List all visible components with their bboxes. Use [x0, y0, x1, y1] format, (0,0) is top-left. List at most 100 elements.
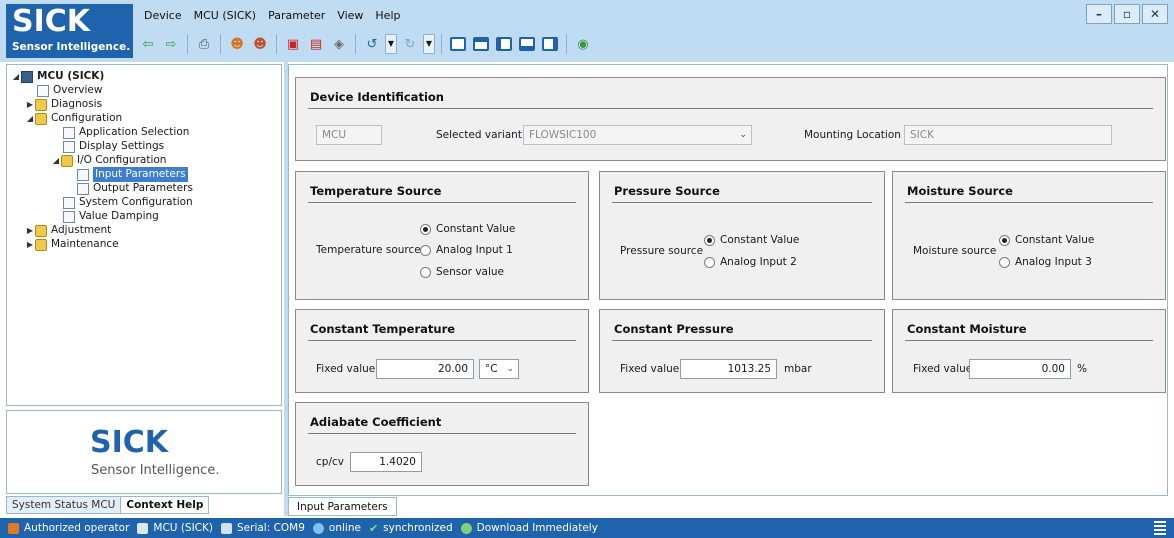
tab-system-status[interactable]: System Status MCU [6, 496, 122, 514]
tree-item-maintenance[interactable]: ▶ Maintenance [25, 237, 119, 252]
menu-device[interactable]: Device [138, 7, 188, 25]
tree-item-io-configuration[interactable]: ◢ I/O Configuration [51, 153, 166, 168]
folder-icon [35, 98, 47, 111]
radio-dot [704, 256, 715, 268]
temperature-source-group: Temperature Source Temperature source Co… [295, 171, 589, 300]
layout-split-h-icon[interactable] [471, 34, 491, 54]
tab-input-parameters[interactable]: Input Parameters [288, 497, 397, 516]
layout-grid-icon[interactable] [540, 34, 560, 54]
tree-item-system-configuration[interactable]: System Configuration [63, 195, 193, 210]
group-divider [308, 340, 576, 341]
radio-analog-input-3[interactable]: Analog Input 3 [999, 256, 1092, 268]
radio-constant-value[interactable]: Constant Value [704, 234, 799, 246]
device-icon [21, 70, 33, 83]
temperature-value-input[interactable]: 20.00 [376, 359, 474, 379]
radio-analog-input-2[interactable]: Analog Input 2 [704, 256, 797, 268]
tree-item-adjustment[interactable]: ▶ Adjustment [25, 223, 111, 238]
window-controls: – ▫ ✕ [1086, 4, 1168, 24]
chevron-down-icon: ⌄ [506, 364, 514, 374]
collapse-icon[interactable]: ◢ [11, 69, 21, 84]
minimize-button[interactable]: – [1086, 4, 1112, 24]
status-sync: ✔ synchronized [369, 522, 453, 535]
temperature-unit-select[interactable]: °C ⌄ [479, 359, 519, 379]
undo-icon[interactable]: ↺ [362, 34, 382, 54]
tab-context-help[interactable]: Context Help [120, 496, 210, 514]
tree-item-overview[interactable]: Overview [37, 83, 102, 98]
status-download: Download Immediately [460, 522, 598, 534]
collapse-icon[interactable]: ◢ [25, 111, 35, 126]
variant-select[interactable]: FLOWSIC100 ⌄ [523, 125, 752, 145]
layout-bottom-icon[interactable] [517, 34, 537, 54]
help-icon[interactable]: ◉ [573, 34, 593, 54]
expand-icon[interactable]: ▶ [25, 237, 35, 252]
page-icon [77, 168, 89, 181]
clipboard-icon[interactable]: ▤ [306, 34, 326, 54]
restore-button[interactable]: ▫ [1114, 4, 1140, 24]
page-icon [63, 210, 75, 223]
tree-item-value-damping[interactable]: Value Damping [63, 209, 159, 224]
radio-analog-input-1[interactable]: Analog Input 1 [420, 244, 513, 256]
pdf-icon[interactable]: ▣ [283, 34, 303, 54]
status-menu-icon[interactable] [1154, 521, 1166, 535]
eraser-icon[interactable]: ◈ [329, 34, 349, 54]
group-title: Moisture Source [907, 184, 1013, 198]
logo-word: SICK [12, 4, 91, 39]
tree-item-label: Overview [53, 84, 103, 96]
tree-item-label: Output Parameters [93, 182, 193, 194]
redo-icon[interactable]: ↻ [400, 34, 420, 54]
page-icon [37, 84, 49, 97]
moisture-source-group: Moisture Source Moisture source Constant… [892, 171, 1166, 300]
close-button[interactable]: ✕ [1142, 4, 1168, 24]
checkmark-icon: ✔ [368, 521, 379, 535]
radio-sensor-value[interactable]: Sensor value [420, 266, 504, 278]
moisture-value-input[interactable]: 0.00 [969, 359, 1071, 379]
layout-full-icon[interactable] [448, 34, 468, 54]
tree-item-application-selection[interactable]: Application Selection [63, 125, 189, 140]
cp-cv-input[interactable]: 1.4020 [350, 452, 422, 472]
tree-item-output-parameters[interactable]: Output Parameters [77, 181, 193, 196]
menu-view[interactable]: View [331, 7, 369, 25]
tree-item-label: Maintenance [51, 238, 119, 250]
user-icon[interactable]: ☻ [227, 34, 247, 54]
group-title: Constant Pressure [614, 322, 734, 336]
redo-dropdown[interactable]: ▼ [423, 34, 435, 54]
status-bar: Authorized operator MCU (SICK) Serial: C… [0, 518, 1174, 538]
group-divider [308, 108, 1153, 109]
radio-dot [420, 223, 431, 235]
tree-item-label: Input Parameters [93, 167, 188, 182]
radio-label: Analog Input 2 [720, 256, 797, 268]
expand-icon[interactable]: ▶ [25, 223, 35, 238]
menu-bar: Device MCU (SICK) Parameter View Help [138, 7, 406, 25]
back-icon[interactable]: ⇦ [138, 34, 158, 54]
collapse-icon[interactable]: ◢ [51, 153, 61, 168]
mounting-location-label: Mounting Location [804, 129, 901, 141]
tree-root[interactable]: ◢ MCU (SICK) [11, 69, 104, 84]
pressure-value-input[interactable]: 1013.25 [680, 359, 777, 379]
tree-item-label: Diagnosis [51, 98, 103, 110]
expand-icon[interactable]: ▶ [25, 97, 35, 112]
tree-item-diagnosis[interactable]: ▶ Diagnosis [25, 97, 102, 112]
menu-help[interactable]: Help [369, 7, 406, 25]
users-icon[interactable]: ☻ [250, 34, 270, 54]
radio-constant-value[interactable]: Constant Value [420, 223, 515, 235]
status-online-text: online [328, 522, 361, 534]
left-tabs: System Status MCU Context Help [6, 496, 282, 514]
tree-item-label: Value Damping [79, 210, 159, 222]
radio-constant-value[interactable]: Constant Value [999, 234, 1094, 246]
group-title: Temperature Source [310, 184, 442, 198]
radio-dot [420, 244, 431, 256]
status-device: MCU (SICK) [137, 522, 213, 534]
status-sync-text: synchronized [383, 522, 453, 534]
fixed-value-label: Fixed value [316, 363, 376, 375]
tree-item-display-settings[interactable]: Display Settings [63, 139, 164, 154]
tree-item-input-parameters[interactable]: Input Parameters [77, 167, 188, 182]
layout-split-v-icon[interactable] [494, 34, 514, 54]
tree-item-configuration[interactable]: ◢ Configuration [25, 111, 122, 126]
print-icon[interactable]: ⎙ [194, 34, 214, 54]
menu-parameter[interactable]: Parameter [262, 7, 331, 25]
forward-icon[interactable]: ⇨ [161, 34, 181, 54]
menu-mcu[interactable]: MCU (SICK) [188, 7, 262, 25]
logo-tagline: Sensor Intelligence. [12, 41, 131, 53]
undo-dropdown[interactable]: ▼ [385, 34, 397, 54]
page-icon [63, 196, 75, 209]
